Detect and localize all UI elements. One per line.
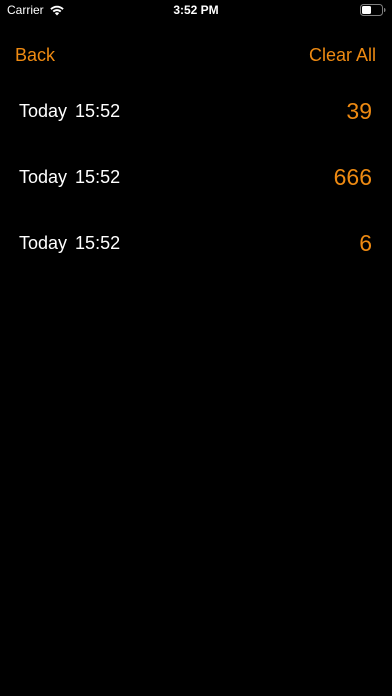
back-button[interactable]: Back bbox=[15, 45, 55, 66]
row-day: Today bbox=[19, 101, 68, 121]
history-row[interactable]: Today 15:52 6 bbox=[0, 212, 392, 278]
row-day: Today bbox=[19, 233, 68, 253]
row-timestamp: Today 15:52 bbox=[19, 101, 120, 122]
row-day: Today bbox=[19, 167, 68, 187]
status-bar: Carrier 3:52 PM bbox=[0, 0, 392, 22]
row-timestamp: Today 15:52 bbox=[19, 167, 120, 188]
row-value: 6 bbox=[359, 230, 372, 256]
history-row[interactable]: Today 15:52 39 bbox=[0, 80, 392, 146]
history-list: Today 15:52 39 Today 15:52 666 Today 15:52 … bbox=[0, 80, 392, 278]
row-time: 15:52 bbox=[75, 233, 121, 253]
navigation-bar: Back Clear All bbox=[0, 40, 392, 72]
row-value: 666 bbox=[333, 164, 372, 190]
row-value: 39 bbox=[346, 98, 372, 124]
row-time: 15:52 bbox=[75, 167, 121, 187]
row-timestamp: Today 15:52 bbox=[19, 233, 120, 254]
history-row[interactable]: Today 15:52 666 bbox=[0, 146, 392, 212]
battery-icon bbox=[360, 4, 386, 16]
status-time: 3:52 PM bbox=[173, 3, 219, 17]
clear-all-button[interactable]: Clear All bbox=[309, 45, 376, 66]
row-time: 15:52 bbox=[75, 101, 121, 121]
